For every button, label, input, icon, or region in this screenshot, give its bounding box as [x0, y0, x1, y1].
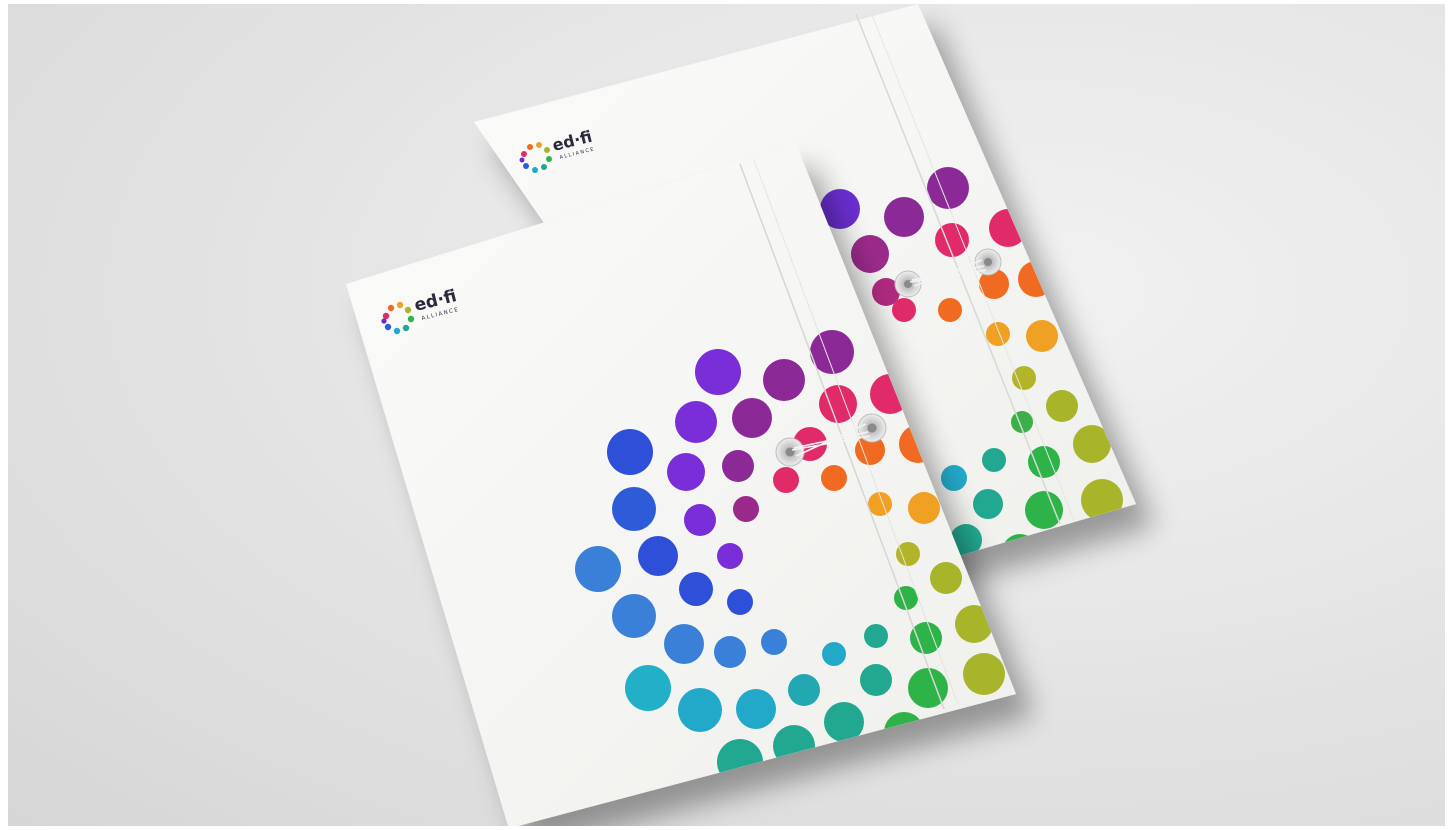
folder-mockup-illustration: ed·fi ALLIANCE ed·fi ALLIANCE — [346, 4, 1136, 826]
photo-scene: ed·fi ALLIANCE ed·fi ALLIANCE — [0, 0, 1453, 830]
